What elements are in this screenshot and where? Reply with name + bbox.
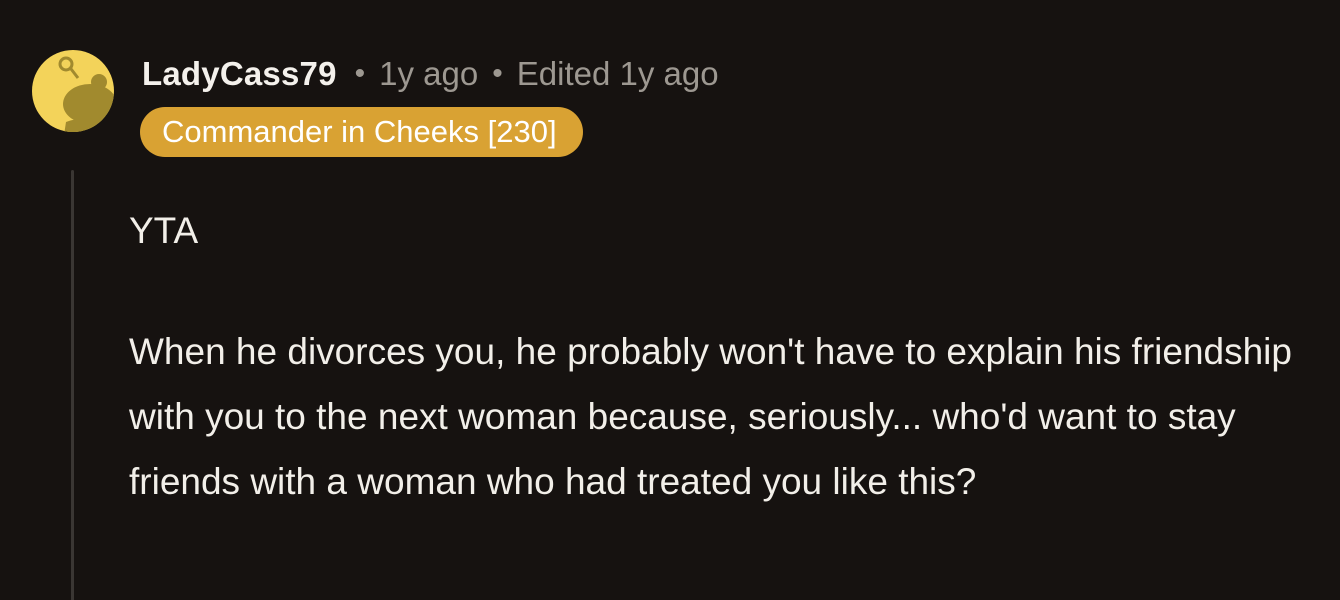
comment-header: LadyCass79 • 1y ago • Edited 1y ago [142, 52, 719, 96]
comment-thread-line[interactable] [71, 170, 74, 600]
author-username[interactable]: LadyCass79 [142, 55, 337, 93]
user-avatar[interactable] [32, 38, 114, 144]
snoo-avatar-icon [32, 50, 114, 132]
user-flair-badge: Commander in Cheeks [230] [140, 107, 583, 157]
comment-body: YTA When he divorces you, he probably wo… [129, 198, 1309, 514]
meta-separator: • [492, 57, 503, 90]
comment-paragraph: When he divorces you, he probably won't … [129, 331, 1292, 502]
comment-paragraph: YTA [129, 210, 199, 251]
post-timestamp[interactable]: 1y ago [379, 55, 478, 93]
edited-timestamp: Edited 1y ago [516, 55, 719, 92]
meta-separator: • [354, 57, 366, 90]
